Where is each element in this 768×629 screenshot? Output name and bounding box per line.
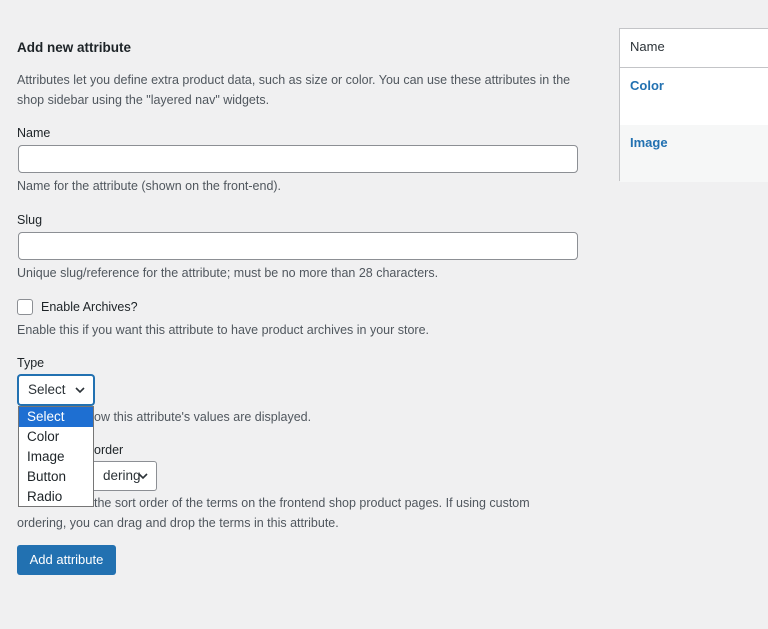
intro-line-2: shop sidebar using the "layered nav" wid… <box>17 93 270 107</box>
attribute-link-image[interactable]: Image <box>630 135 668 150</box>
slug-label: Slug <box>17 213 43 227</box>
attributes-table: Name Color Image <box>619 28 768 182</box>
type-dropdown-list[interactable]: Select Color Image Button Radio <box>18 406 94 507</box>
name-help: Name for the attribute (shown on the fro… <box>17 179 282 193</box>
type-option-color[interactable]: Color <box>19 427 93 447</box>
table-row: Image <box>620 125 768 182</box>
table-row: Color <box>620 68 768 125</box>
type-option-button[interactable]: Button <box>19 467 93 487</box>
form-intro: Attributes let you define extra product … <box>17 70 570 110</box>
table-header-name[interactable]: Name <box>620 29 768 68</box>
type-label: Type <box>17 356 45 370</box>
archives-help: Enable this if you want this attribute t… <box>17 323 430 337</box>
type-select-value: Select <box>28 382 66 397</box>
chevron-down-icon <box>75 387 85 394</box>
type-option-radio[interactable]: Radio <box>19 487 93 507</box>
type-option-select[interactable]: Select <box>19 407 93 427</box>
intro-line-1: Attributes let you define extra product … <box>17 73 571 87</box>
order-help-line-1: the sort order of the terms on the front… <box>94 496 530 510</box>
add-attribute-button[interactable]: Add attribute <box>17 545 116 575</box>
chevron-down-icon <box>138 473 148 480</box>
enable-archives-checkbox[interactable] <box>17 299 33 315</box>
slug-help: Unique slug/reference for the attribute;… <box>17 266 439 280</box>
form-heading: Add new attribute <box>17 40 131 55</box>
enable-archives-label[interactable]: Enable Archives? <box>41 300 138 314</box>
name-input[interactable] <box>18 145 578 173</box>
order-label: order <box>94 443 124 457</box>
type-option-image[interactable]: Image <box>19 447 93 467</box>
type-help: ow this attribute's values are displayed… <box>94 410 312 424</box>
type-select[interactable]: Select <box>18 375 94 405</box>
attribute-link-color[interactable]: Color <box>630 78 664 93</box>
order-help-line-2: ordering, you can drag and drop the term… <box>17 516 339 530</box>
order-select-value: dering <box>103 468 141 483</box>
name-label: Name <box>17 126 51 140</box>
slug-input[interactable] <box>18 232 578 260</box>
